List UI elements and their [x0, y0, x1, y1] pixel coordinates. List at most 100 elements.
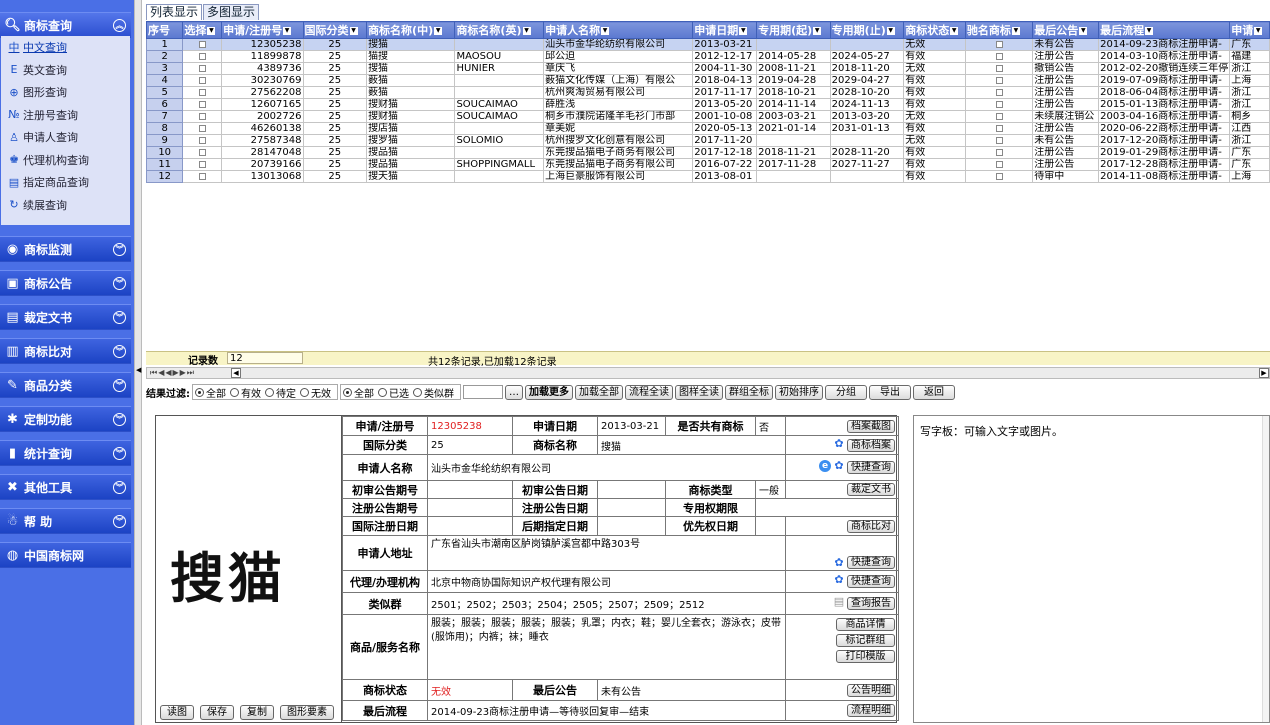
- row-checkbox[interactable]: [995, 148, 1003, 156]
- row-checkbox[interactable]: [198, 124, 206, 132]
- row-checkbox[interactable]: [995, 88, 1003, 96]
- column-header[interactable]: 国际分类 ▼: [302, 21, 368, 39]
- image-button-2[interactable]: 复制: [240, 705, 274, 720]
- chevron-down-icon[interactable]: ︾: [113, 447, 126, 460]
- row-checkbox[interactable]: [995, 64, 1003, 72]
- query-report-button[interactable]: 查询报告: [847, 597, 895, 610]
- select-radio-0[interactable]: 全部: [343, 385, 374, 400]
- section-notice[interactable]: ▣ 商标公告 ︾: [0, 270, 131, 296]
- section-category[interactable]: ✎ 商品分类 ︾: [0, 372, 131, 398]
- table-row[interactable]: 7 2002726 25 搜财猫 SOUCAIMAO 桐乡市濮院诺隆羊毛衫门市部 2001-…: [146, 110, 1270, 123]
- paw-icon[interactable]: ✿: [833, 574, 845, 586]
- table-cell[interactable]: [182, 98, 223, 111]
- radio-circle[interactable]: [343, 387, 352, 397]
- dropdown-icon[interactable]: ▼: [950, 27, 959, 35]
- submenu-item-2[interactable]: ⊕ 图形查询: [1, 81, 130, 104]
- section-ruling[interactable]: ▤ 裁定文书 ︾: [0, 304, 131, 330]
- radio-circle[interactable]: [300, 387, 309, 397]
- chevron-down-icon[interactable]: ︾: [113, 481, 126, 494]
- radio-circle[interactable]: [195, 387, 204, 397]
- chevron-down-icon[interactable]: ︾: [113, 311, 126, 324]
- tab-multi-image-view[interactable]: 多图显示: [203, 4, 260, 20]
- column-header[interactable]: 最后公告 ▼: [1032, 21, 1100, 39]
- row-checkbox[interactable]: [995, 112, 1003, 120]
- archive-screenshot-button[interactable]: 档案截图: [847, 419, 895, 433]
- chevron-down-icon[interactable]: ︾: [113, 277, 126, 290]
- sidebar-splitter[interactable]: ◀: [134, 0, 142, 725]
- dropdown-icon[interactable]: ▼: [739, 27, 748, 35]
- dropdown-icon[interactable]: ▼: [1145, 27, 1154, 35]
- scratchpad-scrollbar[interactable]: [1262, 416, 1269, 722]
- table-cell[interactable]: [964, 146, 1034, 159]
- goods-detail-button[interactable]: 商品详情: [836, 618, 895, 631]
- scroll-left-icon[interactable]: ◀: [231, 368, 241, 378]
- radio-circle[interactable]: [413, 387, 422, 397]
- paw-icon[interactable]: ✿: [833, 460, 845, 472]
- mark-group-button[interactable]: 标记群组: [836, 634, 895, 647]
- row-checkbox[interactable]: [198, 100, 206, 108]
- chevron-down-icon[interactable]: ︾: [113, 345, 126, 358]
- table-cell[interactable]: [964, 50, 1034, 63]
- filter-button-1[interactable]: 加载全部: [575, 384, 623, 400]
- dropdown-icon[interactable]: ▼: [1079, 27, 1088, 35]
- row-checkbox[interactable]: [198, 112, 206, 120]
- chevron-down-icon[interactable]: ︾: [113, 243, 126, 256]
- table-cell[interactable]: [182, 86, 223, 99]
- column-header[interactable]: 申请日期 ▼: [692, 21, 758, 39]
- column-header[interactable]: 商标名称(英) ▼: [454, 21, 545, 39]
- section-stats[interactable]: ▮ 统计查询 ︾: [0, 440, 131, 466]
- row-checkbox[interactable]: [198, 136, 206, 144]
- submenu-item-3[interactable]: № 注册号查询: [1, 104, 130, 127]
- filter-button-7[interactable]: 导出: [869, 384, 911, 400]
- status-radio-3[interactable]: 无效: [300, 385, 331, 400]
- row-checkbox[interactable]: [995, 76, 1003, 84]
- dropdown-icon[interactable]: ▼: [349, 27, 358, 35]
- row-checkbox[interactable]: [198, 52, 206, 60]
- table-row[interactable]: 9 27587348 25 搜罗猫 SOLOMIO 杭州搜罗文化创意有限公司 2017-11…: [146, 134, 1270, 147]
- column-header[interactable]: 驰名商标 ▼: [964, 21, 1034, 39]
- tab-list-view[interactable]: 列表显示: [146, 4, 203, 20]
- filter-button-8[interactable]: 返回: [913, 384, 955, 400]
- row-checkbox[interactable]: [995, 136, 1003, 144]
- dropdown-icon[interactable]: ▼: [886, 27, 895, 35]
- table-row[interactable]: 11 20739166 25 搜品猫 SHOPPINGMALL 东莞搜品猫电子商务有限公司…: [146, 158, 1270, 171]
- select-radio-2[interactable]: 类似群: [413, 385, 454, 400]
- column-header[interactable]: 序号: [146, 21, 184, 39]
- table-row[interactable]: 4 30230769 25 薮猫 薮猫文化传媒（上海）有限公 2018-04-13 2019…: [146, 74, 1270, 87]
- submenu-item-7[interactable]: ↻ 续展查询: [1, 194, 130, 217]
- submenu-item-4[interactable]: ♙ 申请人查询: [1, 126, 130, 149]
- print-template-button[interactable]: 打印模版: [836, 650, 895, 663]
- filter-button-6[interactable]: 分组: [825, 384, 867, 400]
- status-radio-0[interactable]: 全部: [195, 385, 226, 400]
- submenu-item-1[interactable]: E 英文查询: [1, 59, 130, 82]
- submenu-item-5[interactable]: ♚ 代理机构查询: [1, 149, 130, 172]
- scratchpad[interactable]: 写字板：可输入文字或图片。: [913, 415, 1270, 723]
- dropdown-icon[interactable]: ▼: [207, 27, 216, 35]
- table-cell[interactable]: [182, 122, 223, 135]
- table-cell[interactable]: [964, 98, 1034, 111]
- column-header[interactable]: 申请 ▼: [1229, 21, 1270, 39]
- column-header[interactable]: 申请/注册号 ▼: [221, 21, 304, 39]
- table-cell[interactable]: [182, 74, 223, 87]
- row-checkbox[interactable]: [198, 88, 206, 96]
- dropdown-icon[interactable]: ▼: [1011, 27, 1020, 35]
- trademark-archive-button[interactable]: 商标档案: [847, 438, 895, 452]
- status-radio-2[interactable]: 待定: [265, 385, 296, 400]
- report-icon[interactable]: ▤: [833, 596, 845, 608]
- submenu-item-0[interactable]: 中中文查询: [1, 36, 130, 59]
- column-header[interactable]: 最后流程 ▼: [1098, 21, 1231, 39]
- chevron-down-icon[interactable]: ︾: [113, 379, 126, 392]
- table-cell[interactable]: [182, 110, 223, 123]
- section-help[interactable]: ☃ 帮 助 ︾: [0, 508, 131, 534]
- column-header[interactable]: 选择 ▼: [182, 21, 223, 39]
- table-row[interactable]: 1 12305238 25 搜猫 汕头市金华纶纺织有限公司 2013-03-21 无效 未有公…: [146, 38, 1270, 51]
- collapse-arrow-icon[interactable]: ◀: [136, 366, 141, 374]
- table-cell[interactable]: [964, 110, 1034, 123]
- table-row[interactable]: 6 12607165 25 搜财猫 SOUCAIMAO 薛胜浅 2013-05-20 2014…: [146, 98, 1270, 111]
- more-options-button[interactable]: …: [505, 384, 523, 400]
- quick-query-button[interactable]: 快捷查询: [847, 575, 895, 588]
- column-header[interactable]: 商标名称(中) ▼: [366, 21, 456, 39]
- table-cell[interactable]: [182, 50, 223, 63]
- table-cell[interactable]: [182, 170, 223, 183]
- section-custom[interactable]: ✱ 定制功能 ︾: [0, 406, 131, 432]
